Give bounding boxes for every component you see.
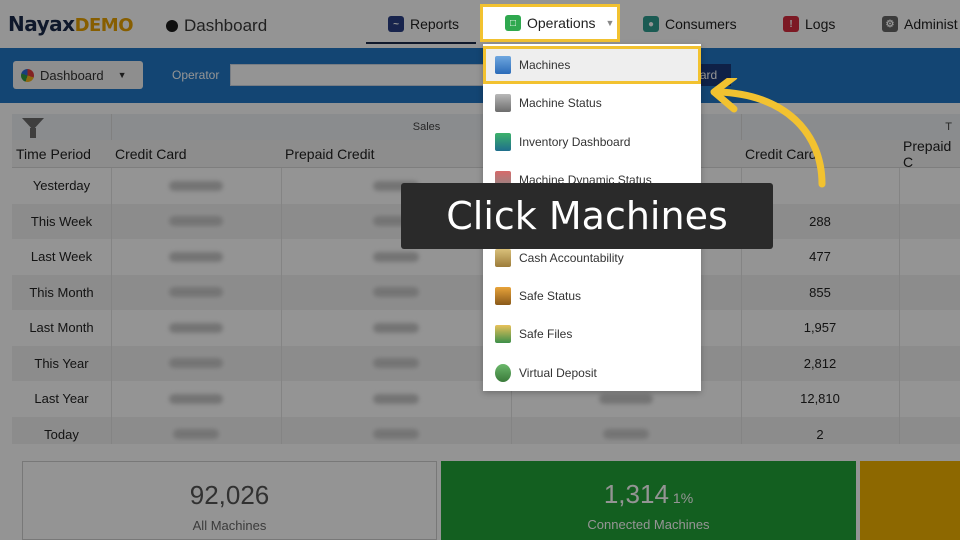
dashboard-select[interactable]: Dashboard ▼ [13,61,143,89]
blurred-value [373,287,419,298]
blurred-value [169,180,223,191]
machine-icon [495,56,511,74]
instruction-callout: Click Machines [401,183,773,249]
connected-machines-value: 1,314 [603,479,669,509]
menu-item-safe-files[interactable]: Safe Files [483,315,701,353]
safe-icon [495,287,511,305]
blurred-value [373,322,419,333]
breadcrumb-page: Dashboard [184,16,268,35]
third-stat-card[interactable] [860,461,960,540]
col-header-prepaid-credit[interactable]: Prepaid Credit [281,140,511,168]
active-tab-underline [366,42,476,44]
nayax-logo[interactable]: NayaxDEMO [8,12,134,36]
pie-chart-icon [21,68,34,82]
menu-item-inventory-dashboard[interactable]: Inventory Dashboard [483,123,701,161]
logs-icon: ! [783,16,799,32]
nav-administration[interactable]: ⚙ Administ [882,13,958,35]
inventory-icon [495,133,511,151]
nav-reports[interactable]: ~ Reports [388,13,459,35]
chevron-down-icon: ▼ [605,18,615,28]
operations-icon: □ [505,15,521,31]
blurred-value [169,322,223,333]
all-machines-card[interactable]: 92,026 All Machines [22,461,437,540]
consumers-icon: ● [643,16,659,32]
chevron-down-icon: ▼ [117,70,127,80]
blurred-value [169,216,223,227]
blurred-value [169,251,223,262]
virtual-deposit-icon [495,364,511,382]
all-machines-value: 92,026 [189,480,270,510]
blurred-value [603,429,649,440]
blurred-value [173,429,219,440]
operator-input[interactable] [230,64,500,86]
blurred-value [373,358,419,369]
curved-arrow-icon [710,78,826,188]
reports-icon: ~ [388,16,404,32]
admin-icon: ⚙ [882,16,898,32]
menu-item-virtual-deposit[interactable]: Virtual Deposit [483,354,701,392]
nav-operations[interactable]: □ Operations ▼ [480,4,620,42]
nav-logs[interactable]: ! Logs [783,13,835,35]
operator-label: Operator [172,68,220,82]
blurred-value [169,393,223,404]
blurred-value [373,251,419,262]
all-machines-label: All Machines [192,518,267,533]
blurred-value [169,358,223,369]
safe-files-icon [495,325,511,343]
cash-icon [495,249,511,267]
col-header-time-period[interactable]: Time Period [12,140,111,168]
blurred-value [373,393,419,404]
menu-item-safe-status[interactable]: Safe Status [483,277,701,315]
nav-consumers[interactable]: ● Consumers [643,13,737,35]
machine-status-icon [495,94,511,112]
menu-item-machine-status[interactable]: Machine Status [483,84,701,122]
connected-machines-label: Connected Machines [587,517,710,532]
blurred-value [169,287,223,298]
col-header-credit-card[interactable]: Credit Card [111,140,281,168]
filter-cell[interactable] [12,114,111,140]
col-header-prepaid-credit-2[interactable]: Prepaid C [899,138,960,170]
dashboard-dot-icon [166,20,178,32]
connected-machines-card[interactable]: 1,314 1% Connected Machines [441,461,856,540]
table-row: Today 2 [12,416,960,444]
blurred-value [373,429,419,440]
breadcrumb: Dashboard [166,16,267,36]
menu-item-machines[interactable]: Machines [483,46,701,84]
blurred-value [599,393,653,404]
connected-machines-percent: 1% [672,490,694,506]
